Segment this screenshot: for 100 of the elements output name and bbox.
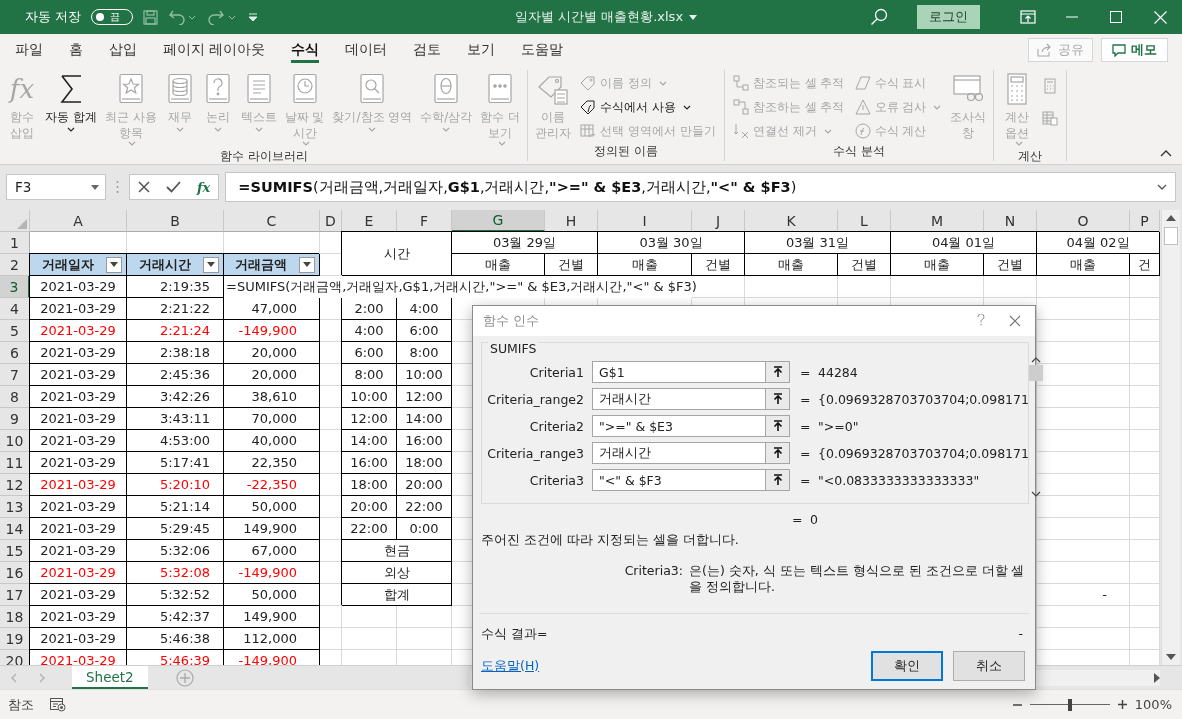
- row-header[interactable]: 16: [0, 562, 30, 584]
- question-book-icon: [204, 72, 231, 106]
- collapse-dialog-button[interactable]: [766, 388, 790, 410]
- fx-icon: fx: [9, 72, 35, 109]
- collapse-dialog-button[interactable]: [766, 415, 790, 437]
- ribbon-tab[interactable]: 데이터: [332, 34, 401, 66]
- zoom-in-icon[interactable]: [1117, 700, 1127, 710]
- empty-cell: [1130, 298, 1160, 320]
- filter-button[interactable]: [203, 256, 219, 273]
- row-header[interactable]: 19: [0, 628, 30, 650]
- column-header[interactable]: D: [320, 210, 342, 232]
- sheet-tab[interactable]: Sheet2: [72, 666, 148, 690]
- down-arrow-icon[interactable]: [1166, 654, 1176, 661]
- filter-button[interactable]: [299, 256, 315, 273]
- table-cell: 현금: [342, 540, 452, 562]
- column-header[interactable]: P: [1130, 210, 1160, 232]
- column-header[interactable]: K: [745, 210, 838, 232]
- row-header[interactable]: 3: [0, 276, 30, 298]
- scroll-thumb[interactable]: [1029, 365, 1043, 381]
- right-arrow-icon[interactable]: [1154, 672, 1160, 683]
- chevron-down-icon[interactable]: [1031, 491, 1041, 497]
- ribbon-tab[interactable]: 보기: [454, 34, 509, 66]
- macro-record-icon[interactable]: [50, 697, 66, 712]
- row-header[interactable]: 14: [0, 518, 30, 540]
- ribbon-tab[interactable]: 수식: [278, 34, 333, 66]
- table-cell: 3:42:26: [127, 386, 224, 408]
- collapse-dialog-button[interactable]: [766, 361, 790, 383]
- row-header[interactable]: 10: [0, 430, 30, 452]
- ribbon-tab[interactable]: 도움말: [508, 34, 577, 66]
- argument-field[interactable]: G$1: [592, 361, 766, 383]
- scroll-thumb[interactable]: [1164, 227, 1178, 245]
- row-header[interactable]: 13: [0, 496, 30, 518]
- dialog-button[interactable]: 확인: [871, 651, 943, 681]
- scrollbar[interactable]: [1029, 357, 1043, 497]
- ribbon-button[interactable]: 수식에서 사용: [576, 96, 720, 118]
- column-header[interactable]: B: [127, 210, 224, 232]
- row-header[interactable]: 7: [0, 364, 30, 386]
- up-arrow-icon[interactable]: [1166, 215, 1176, 221]
- row-header[interactable]: 5: [0, 320, 30, 342]
- row-header[interactable]: 2: [0, 254, 30, 276]
- row-header[interactable]: 18: [0, 606, 30, 628]
- ribbon-tab[interactable]: 검토: [400, 34, 455, 66]
- ribbon-tab[interactable]: 페이지 레이아웃: [150, 34, 279, 66]
- row-header[interactable]: 1: [0, 232, 30, 254]
- grip-icon[interactable]: [116, 180, 119, 194]
- ribbon-tab[interactable]: 삽입: [96, 34, 150, 66]
- chevron-up-icon[interactable]: [1031, 357, 1041, 363]
- argument-field[interactable]: "<" & $F3: [592, 469, 766, 491]
- column-header[interactable]: H: [545, 210, 598, 232]
- slider-thumb[interactable]: [1067, 698, 1072, 711]
- cancel-button[interactable]: [138, 181, 150, 193]
- table-cell: 03월 30일: [598, 232, 745, 254]
- row-header[interactable]: 6: [0, 342, 30, 364]
- caret-icon[interactable]: [1157, 184, 1167, 190]
- table-cell: 5:32:08: [127, 562, 224, 584]
- name-box[interactable]: F3: [6, 174, 106, 200]
- formula-field[interactable]: =SUMIFS(거래금액,거래일자,G$1,거래시간,">=" & $E3,거래시간,"<" & $F3): [225, 172, 1176, 202]
- customize-toolbar-icon[interactable]: [248, 12, 259, 22]
- row-header[interactable]: 17: [0, 584, 30, 606]
- column-header[interactable]: E: [342, 210, 397, 232]
- row-header[interactable]: 4: [0, 298, 30, 320]
- column-header[interactable]: O: [1037, 210, 1130, 232]
- row-header[interactable]: 9: [0, 408, 30, 430]
- table-cell: 5:29:45: [127, 518, 224, 540]
- vertical-scrollbar[interactable]: [1161, 210, 1180, 666]
- row-header[interactable]: 15: [0, 540, 30, 562]
- argument-field[interactable]: 거래시간: [592, 442, 766, 464]
- row-header[interactable]: 20: [0, 650, 30, 666]
- maximize-icon: [1110, 11, 1122, 23]
- column-header[interactable]: G: [452, 210, 545, 232]
- filter-button[interactable]: [106, 256, 122, 273]
- column-header[interactable]: A: [30, 210, 127, 232]
- row-header[interactable]: 11: [0, 452, 30, 474]
- collapse-dialog-button[interactable]: [766, 442, 790, 464]
- column-header[interactable]: F: [397, 210, 452, 232]
- table-cell: 건별: [838, 254, 891, 276]
- row-header[interactable]: 8: [0, 386, 30, 408]
- zoom-out-icon[interactable]: [1012, 703, 1022, 706]
- column-header[interactable]: I: [598, 210, 692, 232]
- argument-field[interactable]: ">=" & $E3: [592, 415, 766, 437]
- column-header[interactable]: N: [984, 210, 1037, 232]
- comments-button[interactable]: 메모: [1101, 38, 1168, 62]
- column-header[interactable]: M: [891, 210, 984, 232]
- ribbon-tab[interactable]: 홈: [56, 34, 96, 66]
- insert-function-button[interactable]: fx: [197, 179, 211, 195]
- ribbon-button[interactable]: 자동 합계: [42, 70, 100, 135]
- caret-icon[interactable]: [689, 14, 698, 20]
- dialog-button[interactable]: 취소: [953, 651, 1025, 681]
- enter-button[interactable]: [166, 181, 181, 193]
- sign-in-button[interactable]: 로그인: [917, 5, 980, 29]
- argument-field[interactable]: 거래시간: [592, 388, 766, 410]
- ribbon-tab[interactable]: 파일: [2, 34, 56, 66]
- row-header[interactable]: 12: [0, 474, 30, 496]
- caret-icon[interactable]: [91, 184, 99, 190]
- collapse-dialog-button[interactable]: [766, 469, 790, 491]
- column-header[interactable]: L: [838, 210, 891, 232]
- close-button[interactable]: [1009, 315, 1021, 327]
- column-header[interactable]: C: [224, 210, 320, 232]
- help-link[interactable]: 도움말(H): [481, 657, 540, 675]
- column-header[interactable]: J: [692, 210, 745, 232]
